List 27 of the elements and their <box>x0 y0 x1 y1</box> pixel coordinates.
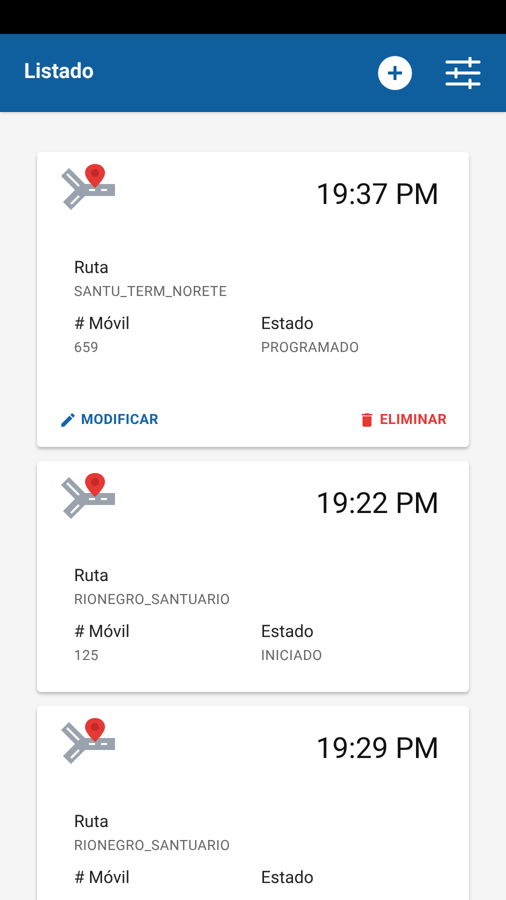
delete-button[interactable]: ELIMINAR <box>358 410 447 430</box>
field-label: Estado <box>261 621 315 644</box>
add-button[interactable] <box>378 56 412 90</box>
pencil-icon <box>59 411 77 429</box>
field-label: # Móvil <box>74 621 131 644</box>
field-value: RIONEGRO_SANTUARIO <box>74 591 232 610</box>
trip-time: 19:22 PM <box>316 486 439 522</box>
trip-time: 19:37 PM <box>316 177 439 214</box>
filter-button[interactable] <box>444 56 482 90</box>
field-label: Ruta <box>74 565 110 588</box>
field-value: RIONEGRO_SANTUARIO <box>74 836 232 856</box>
field-value: PROGRAMADO <box>261 338 360 358</box>
field-value: 659 <box>74 338 100 358</box>
trip-time: 19:29 PM <box>316 731 439 768</box>
field-value: SANTU_TERM_NORETE <box>74 282 228 302</box>
sliders-icon <box>445 57 481 89</box>
field-label: # Móvil <box>74 866 131 890</box>
field-label: Ruta <box>74 256 110 280</box>
plus-icon <box>386 64 404 82</box>
field-label: Estado <box>261 312 315 336</box>
field-label: Estado <box>261 866 315 890</box>
field-value: INICIADO <box>261 647 324 666</box>
edit-button[interactable]: MODIFICAR <box>59 410 159 430</box>
field-label: Ruta <box>74 810 110 834</box>
app-bar-title: Listado <box>24 59 95 86</box>
field-label: # Móvil <box>74 312 131 336</box>
field-value: 125 <box>74 647 100 666</box>
